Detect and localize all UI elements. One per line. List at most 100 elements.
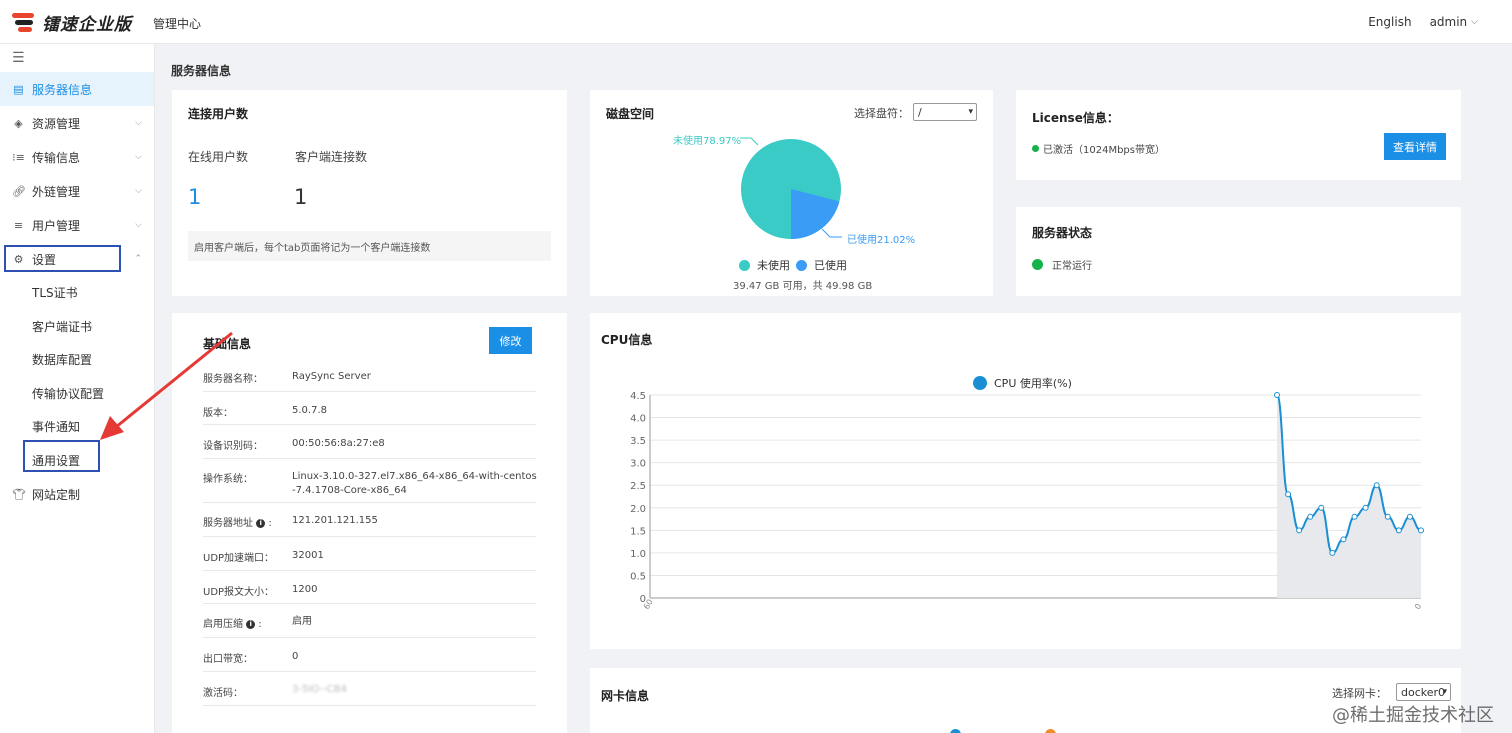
info-icon[interactable]: i bbox=[256, 518, 266, 528]
info-row-activation-code: 激活码： 3-5IO--CB4 bbox=[203, 672, 536, 706]
brand-name: 镭速企业版 bbox=[42, 14, 132, 35]
legend-dot-used bbox=[796, 259, 807, 271]
header-title: 管理中心 bbox=[153, 17, 202, 31]
server-status-card: 服务器状态 正常运行 bbox=[1016, 207, 1461, 296]
shirt-icon: 👕︎ bbox=[12, 487, 26, 501]
info-key: 设备识别码： bbox=[203, 441, 263, 452]
pie-leader-used bbox=[821, 228, 842, 238]
info-value: 1200 bbox=[292, 584, 318, 595]
top-header: 镭速企业版 管理中心 English admin ⌵ bbox=[0, 0, 1512, 44]
users-card: 连接用户数 在线用户数 客户端连接数 1 1 启用客户端后，每个tab页面将记为… bbox=[172, 90, 567, 296]
logo-icon bbox=[12, 11, 36, 33]
client-connections-label: 客户端连接数 bbox=[295, 150, 368, 164]
sidebar-item-links[interactable]: 🔗︎ 外链管理 ⌵ bbox=[0, 174, 154, 208]
basic-info-title: 基础信息 bbox=[203, 337, 252, 351]
info-value: 5.0.7.8 bbox=[292, 405, 327, 416]
legend-used[interactable]: 已使用 bbox=[796, 257, 847, 273]
cpu-point bbox=[1296, 527, 1303, 534]
brand-logo[interactable]: 镭速企业版 bbox=[12, 10, 132, 35]
menu-toggle-icon[interactable]: ☰ bbox=[0, 44, 154, 72]
info-icon[interactable]: i bbox=[246, 619, 256, 629]
server-status-text: 正常运行 bbox=[1052, 261, 1092, 272]
y-tick-label: 3.5 bbox=[630, 436, 646, 447]
cpu-point bbox=[1285, 491, 1292, 498]
sidebar-item-label: 服务器信息 bbox=[32, 82, 93, 97]
cpu-point bbox=[1384, 513, 1391, 520]
sidebar-subitem-protocol[interactable]: 传输协议配置 bbox=[0, 377, 154, 411]
y-tick-label: 2.0 bbox=[630, 504, 646, 515]
y-tick-label: 3.0 bbox=[630, 459, 646, 470]
sidebar-item-resources[interactable]: ◈ 资源管理 ⌵ bbox=[0, 106, 154, 140]
info-key: 版本： bbox=[203, 408, 233, 419]
info-key: UDP报文大小： bbox=[203, 587, 275, 598]
info-row-server-address: 服务器地址 i : 121.201.121.155 bbox=[203, 503, 536, 537]
legend-dot-nic-1 bbox=[950, 729, 961, 733]
cpu-point bbox=[1351, 513, 1358, 520]
link-icon: 🔗︎ bbox=[12, 184, 26, 198]
info-value: 121.201.121.155 bbox=[292, 515, 378, 526]
info-key: 出口带宽： bbox=[203, 654, 253, 665]
info-row-bandwidth: 出口带宽： 0 bbox=[203, 638, 536, 672]
nic-select[interactable]: docker0 ▾ bbox=[1396, 683, 1451, 701]
info-value: 32001 bbox=[292, 550, 324, 561]
nic-card: 网卡信息 选择网卡： docker0 ▾ bbox=[590, 668, 1461, 733]
online-users-count: 1 bbox=[188, 185, 202, 209]
username: admin bbox=[1429, 15, 1468, 29]
info-key: 操作系统： bbox=[203, 474, 253, 485]
edit-button[interactable]: 修改 bbox=[489, 327, 532, 354]
info-value: 启用 bbox=[292, 616, 312, 627]
sidebar-item-server-info[interactable]: ▤ 服务器信息 bbox=[0, 72, 154, 106]
license-status: 已激活（1024Mbps带宽） bbox=[1032, 141, 1165, 156]
language-switch[interactable]: English bbox=[1368, 15, 1411, 29]
cpu-point bbox=[1318, 504, 1325, 511]
disk-summary: 39.47 GB 可用，共 49.98 GB bbox=[733, 281, 873, 292]
sidebar-item-users[interactable]: ≡ 用户管理 ⌵ bbox=[0, 208, 154, 242]
client-connections-count: 1 bbox=[294, 185, 308, 209]
license-details-button[interactable]: 查看详情 bbox=[1384, 133, 1446, 160]
y-tick-label: 0.5 bbox=[630, 571, 646, 582]
nic-select-value: docker0 bbox=[1401, 685, 1446, 699]
info-row-server-name: 服务器名称： RaySync Server bbox=[203, 358, 536, 392]
users-icon: ≡ bbox=[13, 218, 24, 232]
info-key: UDP加速端口： bbox=[203, 553, 275, 564]
info-key: 启用压缩 bbox=[203, 619, 243, 630]
y-tick-label: 2.5 bbox=[630, 481, 646, 492]
users-hint: 启用客户端后，每个tab页面将记为一个客户端连接数 bbox=[188, 231, 551, 261]
cpu-line-chart: 00.51.01.52.02.53.03.54.04.560 0 bbox=[630, 391, 1424, 611]
info-row-udp-port: UDP加速端口： 32001 bbox=[203, 537, 536, 571]
legend-unused[interactable]: 未使用 bbox=[739, 257, 790, 273]
cpu-point bbox=[1307, 513, 1314, 520]
sidebar-item-transfer[interactable]: ⁝≡ 传输信息 ⌵ bbox=[0, 140, 154, 174]
pie-label-used: 已使用21.02% bbox=[847, 235, 916, 246]
legend-label: 未使用 bbox=[757, 259, 790, 272]
cpu-point bbox=[1395, 527, 1402, 534]
cpu-point bbox=[1418, 527, 1424, 534]
sidebar-subitem-client-cert[interactable]: 客户端证书 bbox=[0, 310, 154, 344]
watermark: @稀土掘金技术社区 bbox=[1332, 705, 1494, 726]
status-dot-icon bbox=[1032, 145, 1039, 152]
sidebar-item-site-custom[interactable]: 👕︎ 网站定制 bbox=[0, 477, 154, 511]
info-key: 激活码： bbox=[203, 688, 243, 699]
sidebar-item-label: 外链管理 bbox=[32, 184, 81, 199]
x-tick-label: 0 bbox=[1413, 602, 1423, 611]
sidebar-subitem-database[interactable]: 数据库配置 bbox=[0, 343, 154, 377]
disk-card: 磁盘空间 选择盘符： / ▾ 未使用78.97% 已使用21.02% 未使用 已… bbox=[590, 90, 993, 296]
pie-leader-unused bbox=[740, 137, 759, 146]
license-status-text: 已激活（1024Mbps带宽） bbox=[1043, 145, 1165, 156]
layers-icon: ◈ bbox=[14, 116, 23, 130]
info-value-blurred: 3-5IO--CB4 bbox=[292, 684, 347, 695]
user-menu[interactable]: admin ⌵ bbox=[1430, 15, 1478, 29]
y-tick-label: 4.0 bbox=[630, 414, 646, 425]
cpu-point bbox=[1340, 536, 1347, 543]
info-row-compression: 启用压缩 i : 启用 bbox=[203, 604, 536, 638]
y-tick-label: 1.5 bbox=[630, 526, 646, 537]
info-row-os: 操作系统： Linux-3.10.0-327.el7.x86_64-x86_64… bbox=[203, 459, 537, 503]
y-tick-label: 1.0 bbox=[630, 549, 646, 560]
cpu-point bbox=[1329, 549, 1336, 556]
nic-legend-dots bbox=[950, 729, 1070, 733]
sidebar-subitem-events[interactable]: 事件通知 bbox=[0, 410, 154, 444]
info-key: 服务器地址 bbox=[203, 518, 253, 529]
sidebar-subitem-tls[interactable]: TLS证书 bbox=[0, 276, 154, 310]
nic-card-title: 网卡信息 bbox=[601, 689, 650, 703]
status-dot-icon bbox=[1032, 259, 1043, 270]
